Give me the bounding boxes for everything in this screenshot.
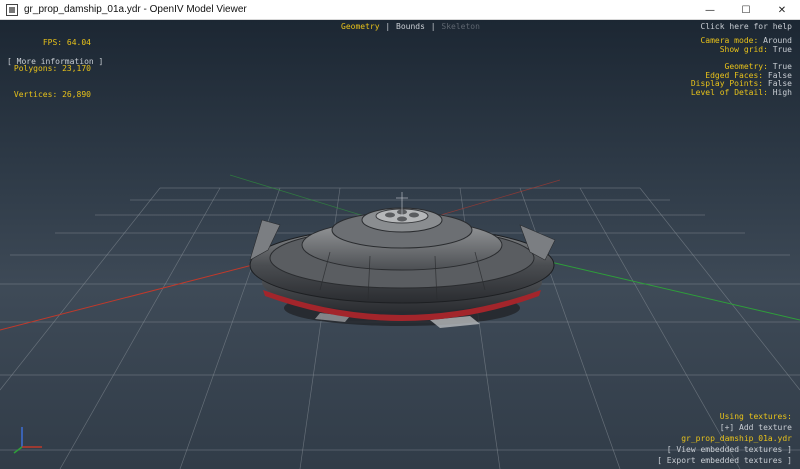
help-link[interactable]: Click here for help xyxy=(700,22,792,31)
show-grid-setting[interactable]: Show grid: True xyxy=(700,44,792,55)
fps-value: 64.04 xyxy=(66,38,91,48)
fps-label: FPS: xyxy=(42,38,63,48)
window-title: gr_prop_damship_01a.ydr - OpenIV Model V… xyxy=(24,4,247,15)
3d-scene[interactable] xyxy=(0,20,800,469)
vertices-label: Vertices: xyxy=(13,89,58,99)
show-grid-label: Show grid: xyxy=(719,44,768,54)
camera-settings: Camera mode: Around Show grid: True xyxy=(700,36,792,55)
tab-separator: | xyxy=(430,22,436,31)
export-embedded-textures-button[interactable]: [ Export embedded textures ] xyxy=(657,455,792,466)
view-mode-tabs: Geometry | Bounds | Skeleton xyxy=(341,22,480,31)
stats-panel: FPS: 64.04 Polygons: 23,170 Vertices: 26… xyxy=(9,22,91,117)
level-of-detail-setting[interactable]: Level of Detail: High xyxy=(690,87,792,98)
vertices-readout: Vertices: 26,890 xyxy=(9,89,91,100)
show-grid-value: True xyxy=(772,44,792,54)
view-embedded-textures-button[interactable]: [ View embedded textures ] xyxy=(657,444,792,455)
fps-readout: FPS: 64.04 xyxy=(9,38,91,48)
openiv-app-icon xyxy=(6,3,18,16)
display-settings: Geometry: True Edged Faces: False Displa… xyxy=(690,62,792,98)
add-texture-button[interactable]: [+] Add texture xyxy=(657,422,792,433)
minimize-icon[interactable]: — xyxy=(692,0,728,20)
axis-gizmo-icon xyxy=(13,427,42,454)
texture-file-name: gr_prop_damship_01a.ydr xyxy=(681,434,792,443)
level-of-detail-value: High xyxy=(772,87,792,97)
close-icon[interactable]: ✕ xyxy=(764,0,800,20)
tab-geometry[interactable]: Geometry xyxy=(341,22,380,31)
model-viewer-window: gr_prop_damship_01a.ydr - OpenIV Model V… xyxy=(0,0,800,469)
tab-bounds[interactable]: Bounds xyxy=(396,22,425,31)
3d-viewport[interactable]: FPS: 64.04 Polygons: 23,170 Vertices: 26… xyxy=(0,20,800,469)
using-textures-label: Using textures: xyxy=(719,412,792,421)
vertices-value: 26,890 xyxy=(62,89,91,99)
maximize-icon[interactable]: ☐ xyxy=(728,0,764,20)
tab-skeleton[interactable]: Skeleton xyxy=(441,22,480,31)
title-bar[interactable]: gr_prop_damship_01a.ydr - OpenIV Model V… xyxy=(0,0,800,20)
damship-model xyxy=(249,192,556,328)
textures-panel: Using textures: [+] Add texture gr_prop_… xyxy=(657,411,792,466)
tab-separator: | xyxy=(385,22,391,31)
more-information-link[interactable]: [ More information ] xyxy=(7,57,103,66)
window-controls: — ☐ ✕ xyxy=(692,0,800,20)
level-of-detail-label: Level of Detail: xyxy=(690,87,768,97)
polygons-readout: Polygons: 23,170 xyxy=(9,64,91,74)
